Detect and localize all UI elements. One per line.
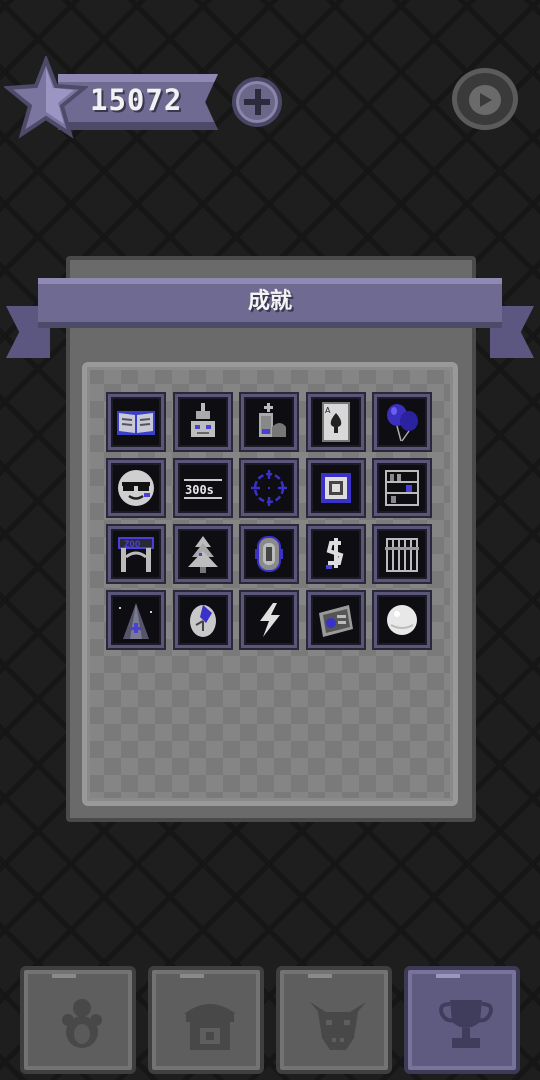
achievement-tile[interactable] — [307, 526, 364, 582]
tab-mark — [52, 974, 76, 978]
bookshelf-icon — [385, 470, 419, 506]
tab-mark — [308, 974, 332, 978]
achievement-tile[interactable]: ZOO — [108, 526, 164, 582]
nav-achievements-button[interactable] — [404, 966, 520, 1074]
crosshair-icon — [251, 470, 287, 506]
framed-box-icon — [320, 473, 351, 503]
tab-mark — [436, 974, 460, 978]
achievement-tile[interactable] — [174, 592, 231, 648]
trophy-icon — [439, 1000, 493, 1048]
svg-text:A: A — [325, 406, 331, 415]
timer-300-icon: 300s — [183, 479, 222, 499]
achievement-tile[interactable] — [108, 394, 164, 450]
achievement-tile[interactable] — [174, 526, 231, 582]
animal-figure-icon — [62, 999, 102, 1048]
achievement-tile[interactable] — [307, 460, 364, 516]
achievement-tile[interactable]: A — [307, 394, 364, 450]
star-icon — [4, 56, 88, 139]
achievement-tile[interactable] — [241, 526, 297, 582]
achievement-tile[interactable] — [374, 592, 430, 648]
achievement-tile[interactable] — [108, 592, 164, 648]
achievement-tile[interactable]: 300s — [174, 460, 231, 516]
open-book-icon — [117, 411, 155, 435]
achievement-tile[interactable] — [374, 526, 430, 582]
gravestone-icon — [259, 403, 286, 437]
white-ball-icon — [387, 605, 417, 635]
nav-animals-button[interactable] — [20, 966, 136, 1074]
achievement-tile[interactable] — [307, 592, 364, 648]
coin-count: 15072 — [90, 83, 183, 117]
achievement-tile[interactable] — [241, 394, 297, 450]
achievement-tile[interactable] — [241, 460, 297, 516]
achievement-tile[interactable] — [374, 394, 430, 450]
spotlight-tower-icon — [119, 603, 152, 639]
sound-toggle-button[interactable] — [452, 68, 518, 130]
dollar-sign-icon — [325, 538, 343, 569]
cage-icon — [385, 538, 419, 572]
christmas-tree-icon — [187, 536, 218, 573]
clock-egg-icon — [189, 605, 216, 637]
shop-stall-icon — [184, 1004, 236, 1050]
sunglasses-face-icon — [118, 470, 154, 506]
wallet-card-icon — [318, 605, 353, 637]
zoo-gate-icon: ZOO — [118, 537, 154, 572]
achievement-tile[interactable] — [174, 394, 231, 450]
ace-of-spades-card-icon: A — [321, 402, 350, 442]
achievement-tile[interactable] — [108, 460, 164, 516]
nav-shop-button[interactable] — [148, 966, 264, 1074]
lightning-icon — [260, 603, 280, 637]
tab-mark — [180, 974, 204, 978]
timer-label: 300s — [185, 483, 214, 497]
nav-bull-button[interactable] — [276, 966, 392, 1074]
robot-toy-icon — [190, 403, 215, 437]
speaker-icon — [469, 85, 501, 115]
zoo-label: ZOO — [124, 540, 141, 550]
add-coins-button[interactable] — [232, 77, 282, 127]
achievements-grid: A 300s ZOO — [108, 394, 430, 648]
achievement-tile[interactable] — [374, 460, 430, 516]
bull-head-icon — [310, 1002, 366, 1050]
achievement-tile[interactable] — [241, 592, 297, 648]
balloons-icon — [387, 404, 418, 442]
panel-title: 成就 — [247, 289, 292, 314]
capsule-pod-icon — [255, 536, 283, 572]
